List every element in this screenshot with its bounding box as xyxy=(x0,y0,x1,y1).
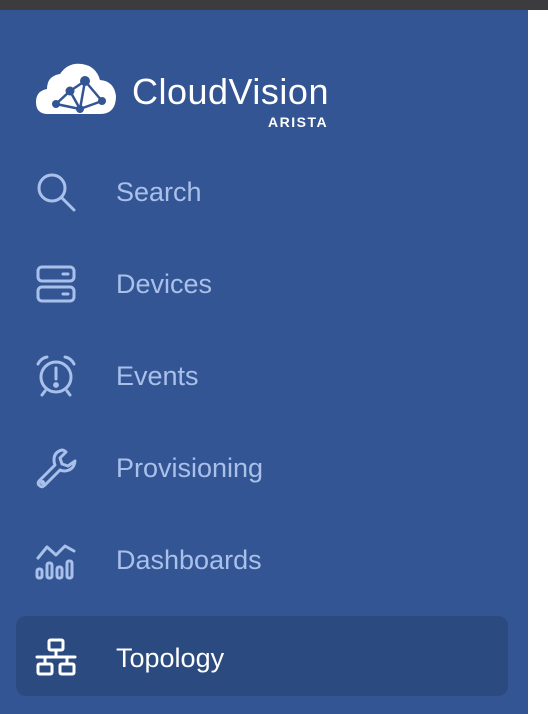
sidebar-item-events[interactable]: Events xyxy=(16,334,508,414)
sidebar-item-devices[interactable]: Devices xyxy=(16,242,508,322)
cloud-network-icon xyxy=(36,63,116,114)
sidebar-item-label: Search xyxy=(116,177,202,207)
brand-logo[interactable]: CloudVision ARISTA xyxy=(34,58,354,134)
sidebar-item-topology[interactable]: Topology xyxy=(16,616,508,696)
topology-icon xyxy=(34,636,78,680)
sidebar: CloudVision ARISTA Search Devices Events… xyxy=(0,10,528,714)
search-icon xyxy=(34,170,78,214)
server-icon xyxy=(34,262,78,306)
brand-sub: ARISTA xyxy=(268,114,329,130)
sidebar-item-label: Devices xyxy=(116,269,213,299)
main-content xyxy=(528,10,548,714)
sidebar-item-label: Topology xyxy=(116,643,225,673)
sidebar-item-label: Dashboards xyxy=(116,545,262,575)
alarm-clock-icon xyxy=(34,354,78,398)
sidebar-item-search[interactable]: Search xyxy=(16,150,508,230)
dashboard-chart-icon xyxy=(34,538,78,582)
window-top-bar xyxy=(0,0,548,10)
wrench-icon xyxy=(34,446,78,490)
sidebar-item-label: Events xyxy=(116,361,199,391)
brand-name: CloudVision xyxy=(132,71,329,112)
sidebar-item-label: Provisioning xyxy=(116,453,264,483)
sidebar-item-provisioning[interactable]: Provisioning xyxy=(16,426,508,506)
sidebar-item-dashboards[interactable]: Dashboards xyxy=(16,518,508,598)
